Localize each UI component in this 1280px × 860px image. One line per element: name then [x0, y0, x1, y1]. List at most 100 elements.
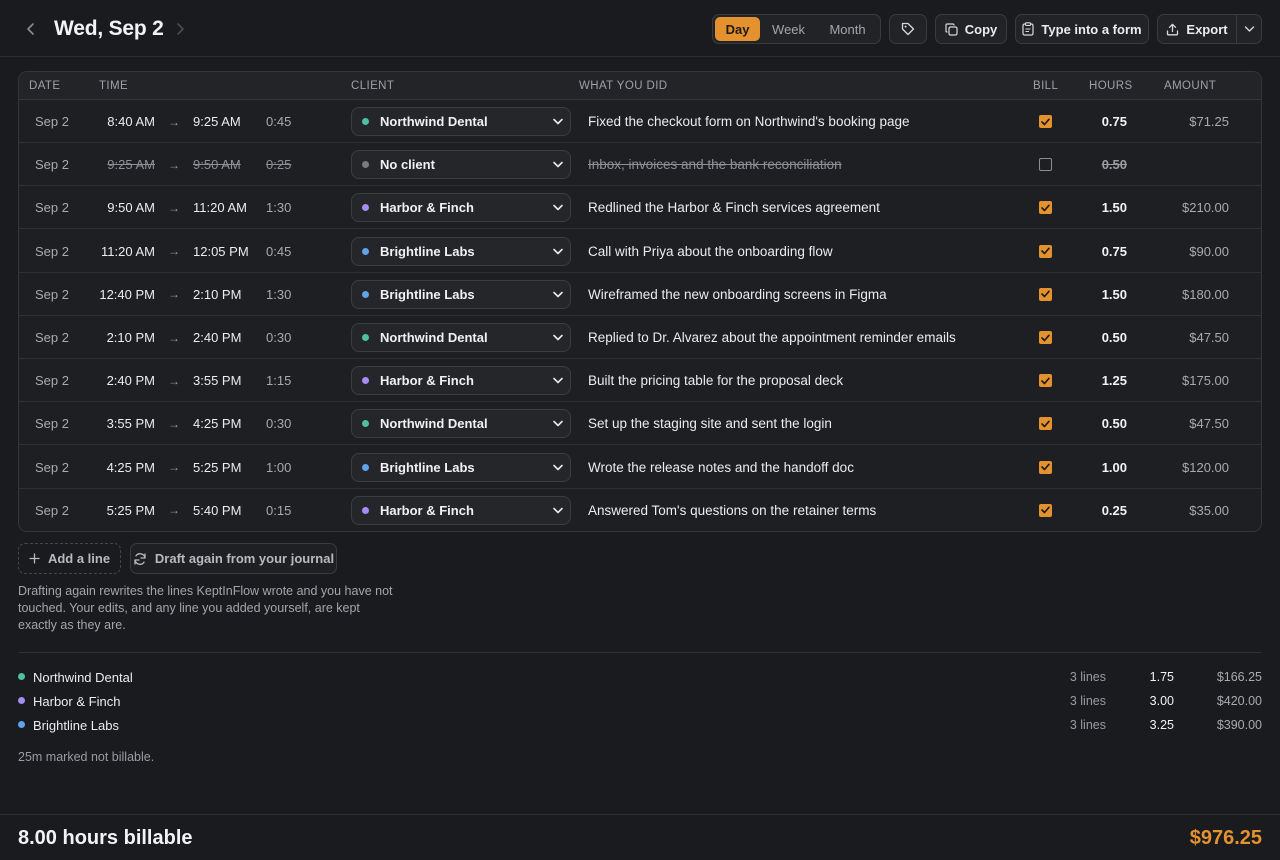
entry-start-time[interactable]: 12:40 PM	[89, 273, 155, 316]
table-row[interactable]: Sep 2 8:40 AM → 9:25 AM 0:45 Northwind Dental…	[19, 100, 1261, 143]
arrow-right-icon: →	[168, 503, 180, 518]
table-row[interactable]: Sep 2 5:25 PM → 5:40 PM 0:15 Harbor & Finch An…	[19, 489, 1261, 531]
billable-checkbox[interactable]	[1038, 287, 1052, 301]
table-row[interactable]: Sep 2 9:25 AM → 9:50 AM 0:25 No client Inbox, …	[19, 143, 1261, 187]
entry-start-time[interactable]: 11:20 AM	[89, 230, 155, 273]
copy-button[interactable]: Copy	[935, 14, 1007, 44]
table-row[interactable]: Sep 2 11:20 AM → 12:05 PM 0:45 Brightline Lab…	[19, 230, 1261, 273]
entry-description[interactable]: Redlined the Harbor & Finch services agr…	[588, 186, 880, 229]
entry-description[interactable]: Answered Tom's questions on the retainer…	[588, 489, 876, 531]
add-line-button[interactable]: Add a line	[18, 543, 121, 574]
entry-duration: 1:15	[266, 373, 292, 389]
client-color-dot	[362, 161, 369, 169]
client-select[interactable]: Harbor & Finch	[351, 366, 571, 396]
client-color-dot	[362, 118, 369, 125]
top-bar: Wed, Sep 2 Day Week Month Copy Type into…	[0, 0, 1280, 57]
entry-end-time[interactable]: 4:25 PM	[193, 402, 241, 445]
refresh-icon	[134, 552, 146, 565]
table-row[interactable]: Sep 2 2:10 PM → 2:40 PM 0:30 Northwind Dental…	[19, 316, 1261, 359]
entry-start-time[interactable]: 2:10 PM	[89, 316, 155, 359]
client-select[interactable]: Harbor & Finch	[351, 495, 571, 525]
export-button[interactable]: Export	[1158, 15, 1237, 43]
summary-row: Northwind Dental 3 lines 1.75 $166.25	[18, 667, 1262, 687]
column-hours: HOURS	[1089, 80, 1133, 92]
entry-start-time[interactable]: 4:25 PM	[89, 446, 155, 489]
entry-end-time[interactable]: 5:40 PM	[193, 489, 241, 531]
entry-start-time[interactable]: 5:25 PM	[89, 489, 155, 531]
chevron-down-icon	[553, 421, 563, 427]
entry-end-time[interactable]: 9:25 AM	[193, 100, 241, 143]
table-row[interactable]: Sep 2 12:40 PM → 2:10 PM 1:30 Brightline Labs…	[19, 273, 1261, 316]
billable-checkbox[interactable]	[1038, 503, 1052, 517]
summary-line-count: 3 lines	[1069, 694, 1106, 708]
entry-description[interactable]: Built the pricing table for the proposal…	[588, 359, 843, 402]
entry-start-time[interactable]: 9:50 AM	[89, 186, 155, 229]
entry-description[interactable]: Wireframed the new onboarding screens in…	[588, 273, 887, 316]
entry-description[interactable]: Wrote the release notes and the handoff …	[588, 446, 854, 489]
entry-amount: $120.00	[1182, 459, 1229, 475]
client-select[interactable]: Brightline Labs	[351, 236, 571, 266]
entry-hours: 1.25	[1101, 373, 1127, 389]
view-month-tab[interactable]: Month	[817, 17, 878, 41]
entry-description[interactable]: Call with Priya about the onboarding flo…	[588, 230, 833, 273]
previous-day-button[interactable]	[19, 16, 43, 42]
table-row[interactable]: Sep 2 9:50 AM → 11:20 AM 1:30 Harbor & Finch R…	[19, 186, 1261, 230]
entry-end-time[interactable]: 12:05 PM	[193, 230, 249, 273]
client-select[interactable]: Brightline Labs	[351, 279, 571, 309]
view-week-tab[interactable]: Week	[760, 17, 817, 41]
entry-duration: 0:25	[266, 157, 292, 173]
entry-description[interactable]: Replied to Dr. Alvarez about the appoint…	[588, 316, 956, 359]
entry-end-time[interactable]: 3:55 PM	[193, 359, 241, 402]
client-select[interactable]: Northwind Dental	[351, 409, 571, 439]
billable-checkbox[interactable]	[1038, 331, 1052, 344]
entry-description[interactable]: Inbox, invoices and the bank reconciliat…	[588, 143, 842, 186]
client-select[interactable]: No client	[351, 150, 571, 180]
entry-start-time[interactable]: 8:40 AM	[89, 100, 155, 143]
entry-start-time[interactable]: 3:55 PM	[89, 402, 155, 445]
entry-hours: 0.25	[1101, 502, 1127, 518]
view-day-tab[interactable]: Day	[715, 17, 760, 41]
entry-amount	[1149, 143, 1229, 186]
billable-checkbox[interactable]	[1038, 460, 1052, 474]
entry-duration: 0:30	[266, 330, 292, 345]
entry-description[interactable]: Set up the staging site and sent the log…	[588, 402, 832, 445]
client-select[interactable]: Northwind Dental	[351, 323, 571, 352]
check-icon	[1040, 247, 1050, 255]
entry-end-time[interactable]: 11:20 AM	[193, 186, 247, 229]
entry-start-time[interactable]: 2:40 PM	[89, 359, 155, 402]
billable-checkbox[interactable]	[1038, 417, 1052, 431]
entry-end-time[interactable]: 9:50 AM	[193, 143, 241, 186]
entry-hours: 1.00	[1101, 459, 1127, 475]
entry-end-time[interactable]: 2:40 PM	[193, 316, 241, 359]
client-select-value: Northwind Dental	[380, 114, 488, 129]
tag-button[interactable]	[889, 14, 927, 44]
type-into-form-button[interactable]: Type into a form	[1015, 14, 1149, 44]
table-row[interactable]: Sep 2 3:55 PM → 4:25 PM 0:30 Northwind Dental…	[19, 402, 1261, 446]
next-day-button[interactable]	[168, 16, 192, 42]
entry-end-time[interactable]: 5:25 PM	[193, 446, 241, 489]
summary-row: Brightline Labs 3 lines 3.25 $390.00	[18, 715, 1262, 735]
billable-checkbox[interactable]	[1038, 115, 1052, 128]
entry-end-time[interactable]: 2:10 PM	[193, 273, 241, 316]
billable-checkbox[interactable]	[1038, 201, 1052, 215]
chevron-down-icon	[553, 248, 563, 254]
client-color-dot	[362, 204, 369, 212]
client-color-dot	[18, 721, 25, 728]
draft-again-button[interactable]: Draft again from your journal	[130, 543, 337, 574]
billable-checkbox[interactable]	[1038, 244, 1052, 258]
table-row[interactable]: Sep 2 4:25 PM → 5:25 PM 1:00 Brightline Labs W…	[19, 446, 1261, 489]
entry-amount: $175.00	[1182, 373, 1229, 389]
table-row[interactable]: Sep 2 2:40 PM → 3:55 PM 1:15 Harbor & Finch Bu…	[19, 359, 1261, 403]
entry-start-time[interactable]: 9:25 AM	[89, 143, 155, 186]
billable-checkbox[interactable]	[1038, 374, 1052, 388]
client-select[interactable]: Brightline Labs	[351, 452, 571, 482]
client-color-dot	[362, 290, 369, 298]
billable-checkbox[interactable]	[1038, 158, 1052, 172]
draft-again-label: Draft again from your journal	[154, 551, 335, 566]
client-select[interactable]: Northwind Dental	[351, 107, 571, 136]
export-options-button[interactable]	[1237, 15, 1261, 43]
client-select[interactable]: Harbor & Finch	[351, 193, 571, 223]
entry-duration: 0:30	[266, 416, 292, 432]
chevron-down-icon	[553, 161, 563, 168]
entry-description[interactable]: Fixed the checkout form on Northwind's b…	[588, 100, 910, 143]
